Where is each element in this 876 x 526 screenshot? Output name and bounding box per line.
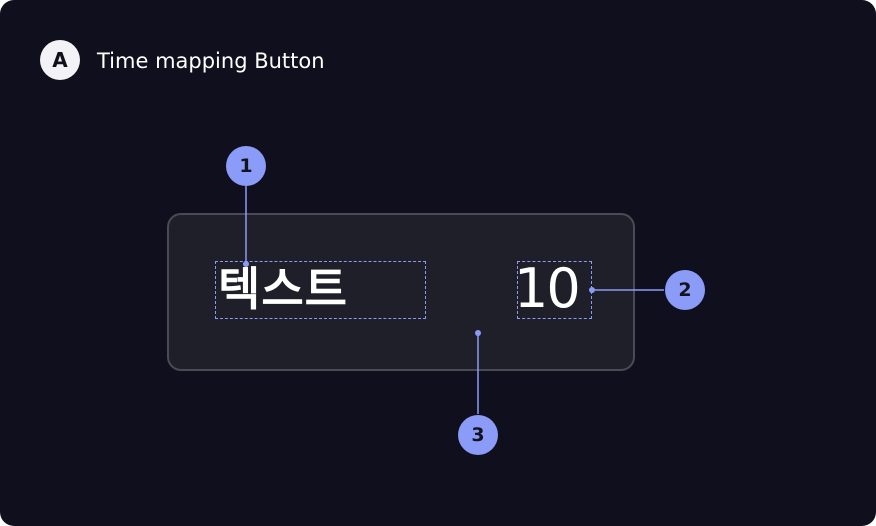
callout-1-dot	[243, 261, 249, 267]
callout-3-dot	[475, 330, 481, 336]
callout-2-marker: 2	[665, 270, 705, 310]
callout-2-dot	[589, 287, 595, 293]
diagram-canvas: A Time mapping Button 텍스트 10 1 2 3	[0, 0, 876, 526]
callout-3-marker: 3	[458, 415, 498, 455]
callout-1-marker: 1	[226, 146, 266, 186]
callout-lines	[243, 186, 664, 414]
